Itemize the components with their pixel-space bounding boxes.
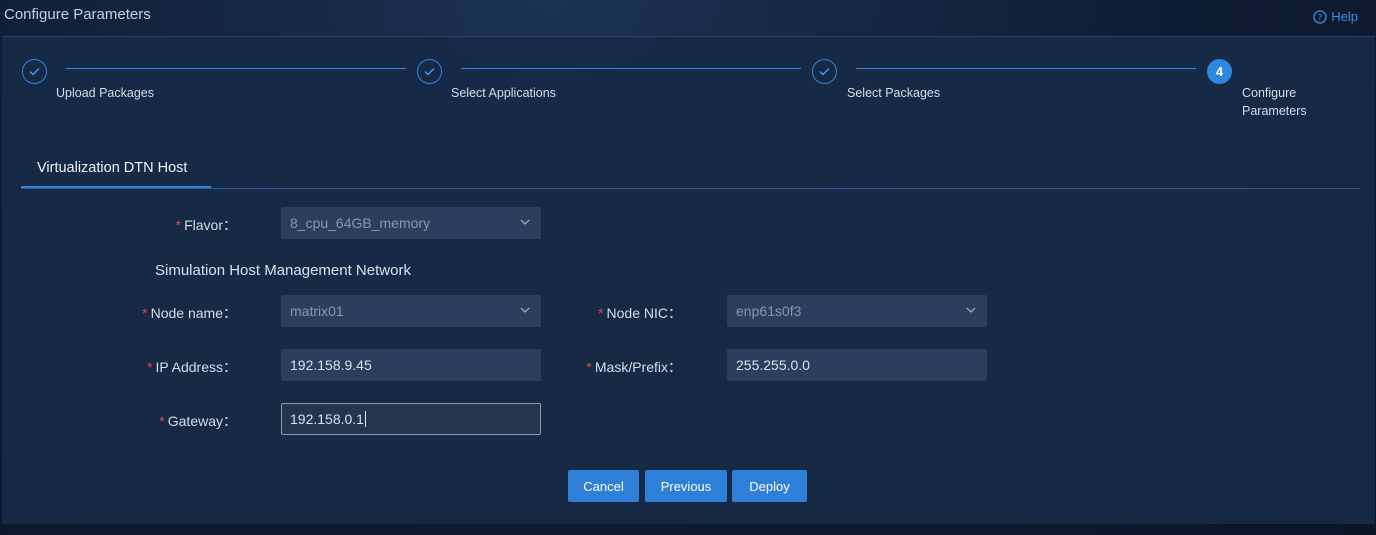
svg-text:?: ? bbox=[1318, 13, 1323, 23]
step-connector bbox=[856, 68, 1196, 69]
chevron-down-icon bbox=[966, 307, 976, 313]
help-link[interactable]: ? Help bbox=[1313, 9, 1358, 24]
chevron-down-icon bbox=[520, 219, 530, 225]
gateway-input[interactable]: 192.158.0.1 bbox=[281, 403, 541, 435]
step-4-label: Configure Parameters bbox=[1242, 84, 1307, 120]
step-3-label: Select Packages bbox=[847, 86, 941, 100]
help-label: Help bbox=[1331, 9, 1358, 24]
step-2-check-icon bbox=[417, 59, 442, 84]
ip-address-label: * IP Address： bbox=[17, 357, 237, 377]
ip-address-value: 192.158.9.45 bbox=[290, 357, 372, 373]
cancel-button[interactable]: Cancel bbox=[568, 470, 639, 502]
ip-address-label-text: IP Address： bbox=[155, 359, 237, 375]
mask-prefix-label: * Mask/Prefix： bbox=[462, 357, 682, 377]
step-4-label-line1: Configure bbox=[1242, 86, 1297, 100]
required-mark: * bbox=[586, 359, 592, 375]
flavor-label: * Flavor： bbox=[17, 215, 237, 235]
tab-divider bbox=[21, 188, 1360, 189]
mask-prefix-value: 255.255.0.0 bbox=[736, 357, 810, 373]
node-name-value: matrix01 bbox=[290, 303, 344, 319]
step-4-label-line2: Parameters bbox=[1242, 104, 1307, 118]
node-name-label-text: Node name： bbox=[150, 305, 237, 321]
node-nic-label: * Node NIC： bbox=[462, 303, 682, 323]
help-icon: ? bbox=[1313, 9, 1327, 24]
step-connector bbox=[461, 68, 801, 69]
node-nic-label-text: Node NIC： bbox=[606, 305, 682, 321]
node-name-label: * Node name： bbox=[17, 303, 237, 323]
gateway-value: 192.158.0.1 bbox=[290, 411, 364, 427]
step-3-check-icon bbox=[812, 59, 837, 84]
step-1-check-icon bbox=[22, 59, 47, 84]
required-mark: * bbox=[175, 217, 182, 233]
step-1-label: Upload Packages bbox=[56, 86, 154, 100]
step-4-number: 4 bbox=[1207, 59, 1232, 84]
node-nic-select[interactable]: enp61s0f3 bbox=[727, 295, 987, 327]
gateway-label: * Gateway： bbox=[17, 411, 237, 431]
configure-panel: Upload Packages Select Applications Sele… bbox=[2, 36, 1375, 524]
mask-prefix-label-text: Mask/Prefix： bbox=[594, 359, 682, 375]
section-title: Simulation Host Management Network bbox=[155, 262, 411, 279]
step-connector bbox=[66, 68, 406, 69]
previous-button[interactable]: Previous bbox=[645, 470, 727, 502]
required-mark: * bbox=[147, 359, 153, 375]
required-mark: * bbox=[142, 305, 148, 321]
deploy-button[interactable]: Deploy bbox=[732, 470, 807, 502]
node-nic-value: enp61s0f3 bbox=[736, 303, 802, 319]
tab-virtualization-dtn-host[interactable]: Virtualization DTN Host bbox=[21, 150, 211, 188]
step-2-label: Select Applications bbox=[451, 86, 556, 100]
flavor-label-text: Flavor： bbox=[184, 217, 237, 233]
text-cursor bbox=[364, 411, 366, 427]
flavor-value: 8_cpu_64GB_memory bbox=[290, 215, 431, 231]
gateway-label-text: Gateway： bbox=[167, 413, 237, 429]
flavor-select[interactable]: 8_cpu_64GB_memory bbox=[281, 207, 541, 239]
page-title: Configure Parameters bbox=[4, 6, 151, 23]
mask-prefix-input[interactable]: 255.255.0.0 bbox=[727, 349, 987, 381]
required-mark: * bbox=[159, 413, 165, 429]
required-mark: * bbox=[598, 305, 604, 321]
